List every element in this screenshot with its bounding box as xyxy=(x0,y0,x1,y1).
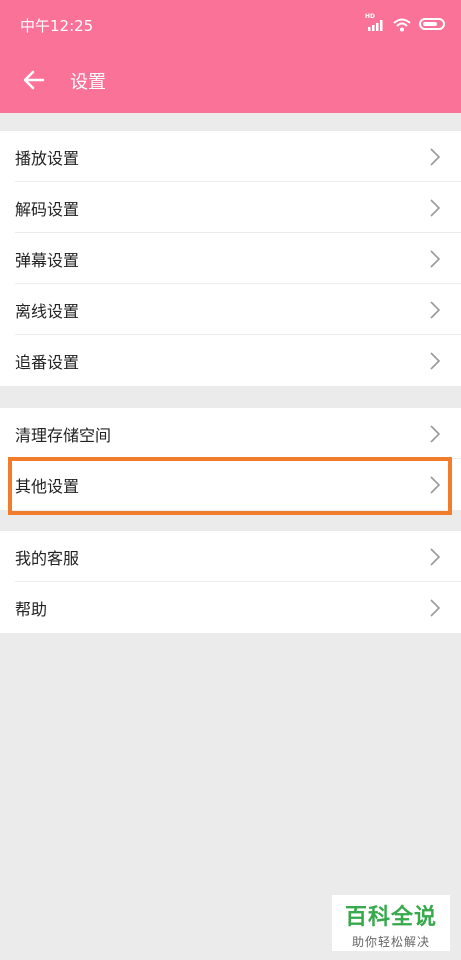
setting-item-other[interactable]: 其他设置 xyxy=(0,459,461,510)
status-time: 中午12:25 xyxy=(20,17,94,35)
setting-item-danmaku[interactable]: 弹幕设置 xyxy=(0,233,461,284)
setting-item-label: 追番设置 xyxy=(15,352,80,372)
page-title: 设置 xyxy=(70,72,106,93)
signal-icon: HD xyxy=(365,13,385,31)
settings-group-1: 播放设置 解码设置 弹幕设置 离线设置 追番设置 xyxy=(0,131,461,386)
setting-item-label: 我的客服 xyxy=(15,548,80,568)
chevron-right-icon xyxy=(430,300,441,319)
settings-group-2: 清理存储空间 其他设置 xyxy=(0,408,461,510)
chevron-right-icon xyxy=(430,424,441,443)
back-arrow-icon xyxy=(23,70,45,90)
battery-icon xyxy=(419,18,445,30)
chevron-right-icon xyxy=(430,547,441,566)
watermark-logo: 百科全说 助你轻松解决 xyxy=(332,895,450,951)
back-button[interactable] xyxy=(18,64,50,96)
setting-item-label: 播放设置 xyxy=(15,148,80,168)
chevron-right-icon xyxy=(430,475,441,494)
setting-item-follow-anime[interactable]: 追番设置 xyxy=(0,335,461,386)
status-icons: HD xyxy=(365,13,445,34)
watermark-sub-text: 助你轻松解决 xyxy=(351,935,430,949)
chevron-right-icon xyxy=(430,351,441,370)
chevron-right-icon xyxy=(430,198,441,217)
wifi-icon xyxy=(393,17,411,32)
watermark-main-text: 百科全说 xyxy=(344,905,437,930)
setting-item-decoding[interactable]: 解码设置 xyxy=(0,182,461,233)
setting-item-customer-service[interactable]: 我的客服 xyxy=(0,531,461,582)
setting-item-clear-storage[interactable]: 清理存储空间 xyxy=(0,408,461,459)
setting-item-label: 解码设置 xyxy=(15,199,80,219)
setting-item-playback[interactable]: 播放设置 xyxy=(0,131,461,182)
setting-item-label: 清理存储空间 xyxy=(15,425,112,445)
setting-item-help[interactable]: 帮助 xyxy=(0,582,461,633)
setting-item-label: 帮助 xyxy=(15,599,48,619)
setting-item-label: 其他设置 xyxy=(15,476,80,496)
settings-group-3: 我的客服 帮助 xyxy=(0,531,461,633)
chevron-right-icon xyxy=(430,598,441,617)
setting-item-label: 离线设置 xyxy=(15,301,80,321)
chevron-right-icon xyxy=(430,249,441,268)
setting-item-offline[interactable]: 离线设置 xyxy=(0,284,461,335)
chevron-right-icon xyxy=(430,147,441,166)
setting-item-label: 弹幕设置 xyxy=(15,250,80,270)
app-header: 中午12:25 HD 设置 xyxy=(0,0,461,113)
